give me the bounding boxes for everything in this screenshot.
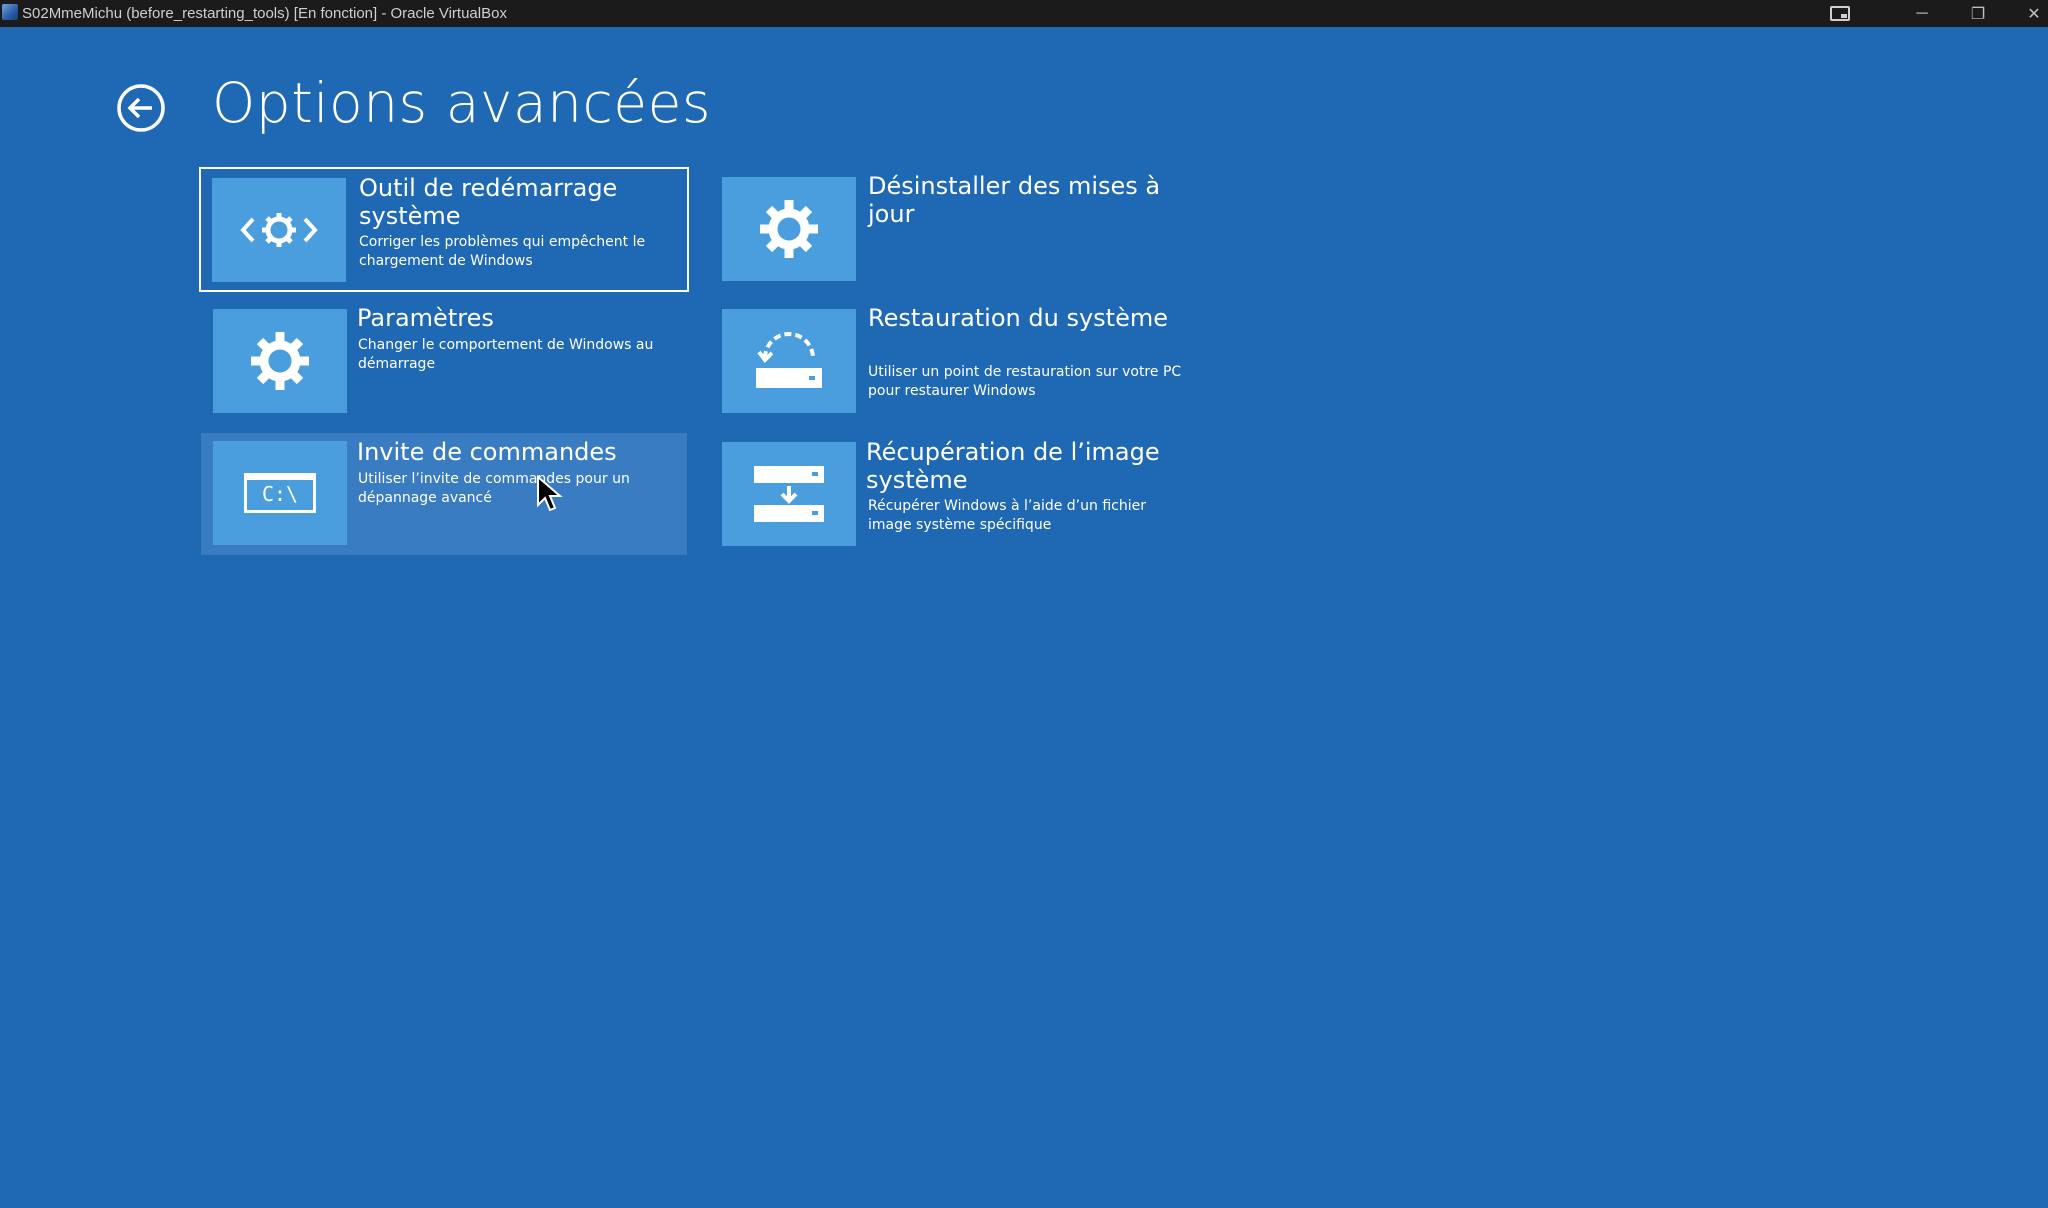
system-restore-option[interactable]: Restauration du système Utiliser un poin… [711,299,1199,419]
startup-settings-option[interactable]: Paramètres Changer le comportement de Wi… [201,299,689,419]
mouse-pointer-icon [537,475,563,512]
system-restore-icon [722,309,856,413]
window-titlebar: S02MmeMichu (before_restarting_tools) [E… [0,0,2048,27]
minimize-button[interactable]: ─ [1902,0,1942,27]
cast-icon[interactable] [1820,0,1860,27]
tile-description: Corriger les problèmes qui empêchent le … [359,234,646,269]
tile-description: Utiliser l’invite de commandes pour un d… [358,471,630,506]
system-image-recovery-option[interactable]: Récupération de l’image système Récupére… [711,431,1199,551]
close-button[interactable]: ✕ [2014,0,2048,27]
startup-repair-option[interactable]: Outil de redémarrage système Corriger le… [199,167,689,292]
tile-title: Paramètres [357,304,494,332]
command-prompt-icon: C:\ [213,441,347,545]
tile-description: Changer le comportement de Windows au dé… [358,337,654,372]
command-prompt-option[interactable]: C:\ Invite de commandes Utiliser l’invit… [201,433,687,555]
recovery-screen: Options avancées Outil de redémarrage sy… [0,27,2048,1208]
tile-title: Outil de redémarrage système [359,174,618,230]
tile-description: Récupérer Windows à l’aide d’un fichier … [868,498,1146,533]
back-arrow-icon[interactable] [116,83,166,133]
gear-icon [213,309,347,413]
gear-icon [722,177,856,281]
prompt-window-shape: C:\ [244,473,316,513]
tile-title: Invite de commandes [357,438,617,466]
window-title: S02MmeMichu (before_restarting_tools) [E… [22,5,507,22]
tile-title: Récupération de l’image système [866,438,1160,494]
system-image-icon [722,442,856,546]
startup-repair-icon [212,178,346,282]
uninstall-updates-option[interactable]: Désinstaller des mises à jour [711,167,1199,287]
tile-description: Utiliser un point de restauration sur vo… [868,364,1182,399]
tile-title: Restauration du système [868,304,1168,332]
virtualbox-app-icon [2,4,18,20]
page-title: Options avancées [212,71,712,135]
tile-title: Désinstaller des mises à jour [868,172,1161,228]
restore-button[interactable]: ❐ [1958,0,1998,27]
